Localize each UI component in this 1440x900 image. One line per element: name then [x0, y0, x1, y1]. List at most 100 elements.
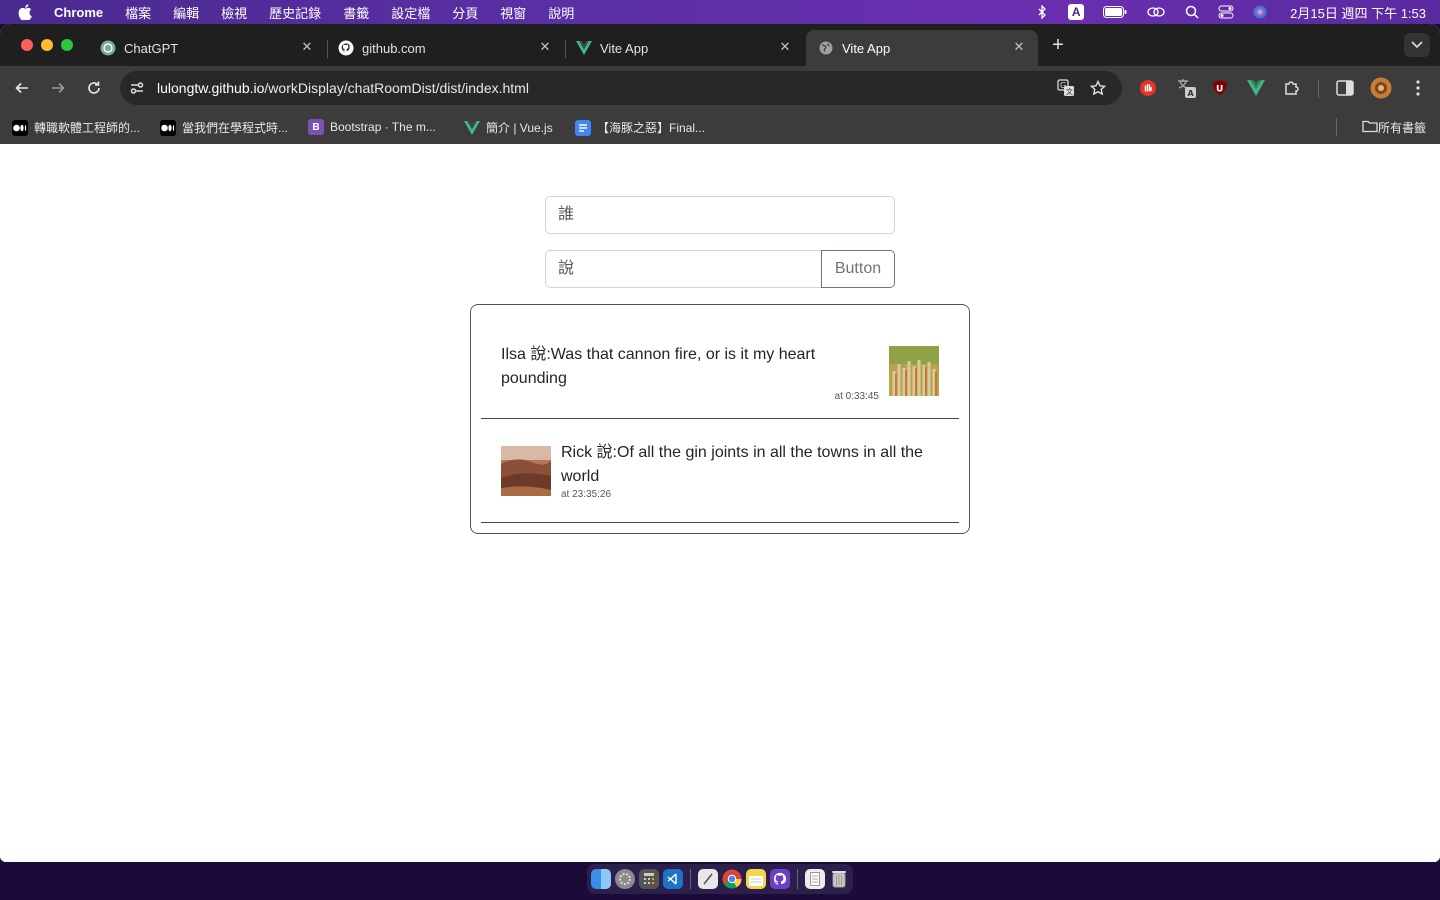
menu-window[interactable]: 視窗: [500, 3, 526, 22]
menu-file[interactable]: 檔案: [125, 3, 151, 22]
spotlight-search-icon[interactable]: [1184, 5, 1200, 19]
control-center-icon[interactable]: [1218, 5, 1234, 19]
bookmark-label: Bootstrap · The m...: [330, 120, 436, 134]
folder-icon: [1362, 119, 1378, 136]
extensions-puzzle-icon[interactable]: [1281, 77, 1303, 99]
document-icon[interactable]: [805, 869, 825, 889]
menu-profiles[interactable]: 設定檔: [391, 3, 430, 22]
tab-search-button[interactable]: [1404, 33, 1430, 57]
menu-bookmarks[interactable]: 書籤: [343, 3, 369, 22]
menu-edit[interactable]: 編輯: [173, 3, 199, 22]
svg-text:A: A: [1188, 89, 1195, 98]
menu-app-name[interactable]: Chrome: [54, 5, 103, 20]
bluetooth-icon[interactable]: [1034, 5, 1050, 19]
message-time: at 0:33:45: [834, 391, 879, 402]
bookmark-star-icon[interactable]: [1089, 79, 1107, 97]
menu-history[interactable]: 歷史記錄: [269, 3, 321, 22]
site-info-icon[interactable]: [129, 80, 145, 96]
who-input[interactable]: [545, 196, 895, 234]
menu-help[interactable]: 說明: [548, 3, 574, 22]
reload-icon: [88, 81, 100, 94]
extension-hand-icon[interactable]: [1137, 77, 1159, 99]
minimize-window-button[interactable]: [41, 39, 53, 51]
dock-separator: [797, 869, 798, 889]
bookmark-label: 當我們在學程式時...: [182, 121, 289, 135]
notes-icon[interactable]: [746, 869, 766, 889]
macos-menubar: Chrome 檔案 編輯 檢視 歷史記錄 書籤 設定檔 分頁 視窗 說明 A 2…: [0, 0, 1440, 24]
tab-title: github.com: [362, 40, 426, 56]
avatar: [889, 346, 939, 396]
menu-tab[interactable]: 分頁: [452, 3, 478, 22]
toolbar-divider: [1318, 80, 1319, 98]
bookmark-item[interactable]: 簡介 | Vue.js: [464, 119, 553, 136]
globe-icon: [818, 40, 834, 56]
url-host: lulongtw.github.io: [157, 80, 265, 96]
vue-icon: [576, 40, 592, 56]
chat-room-page: Button Ilsa 說:Was that cannon fire, or i…: [0, 144, 1440, 862]
profile-avatar-icon[interactable]: [1370, 77, 1392, 99]
menu-view[interactable]: 檢視: [221, 3, 247, 22]
vue-devtools-icon[interactable]: [1245, 77, 1267, 99]
close-tab-icon[interactable]: ✕: [778, 40, 792, 54]
battery-icon[interactable]: [1102, 5, 1128, 19]
avatar: [501, 446, 551, 496]
all-bookmarks-button[interactable]: 所有書籤: [1362, 119, 1426, 136]
bookmark-item[interactable]: 【海豚之惡】Final...: [575, 119, 705, 136]
docs-icon: [575, 119, 591, 136]
new-tab-button[interactable]: +: [1048, 35, 1068, 55]
bookmark-item[interactable]: 當我們在學程式時...: [160, 119, 288, 136]
tab-vite-app-active[interactable]: Vite App ✕: [806, 30, 1038, 66]
bookmarks-bar: 轉職軟體工程師的... 當我們在學程式時... B Bootstrap · Th…: [0, 110, 1440, 144]
url-text[interactable]: lulongtw.github.io/workDisplay/chatRoomD…: [157, 80, 529, 96]
vscode-icon[interactable]: [663, 869, 683, 889]
vue-icon: [464, 120, 480, 136]
address-bar[interactable]: lulongtw.github.io/workDisplay/chatRoomD…: [120, 71, 1122, 105]
extension-translate-icon[interactable]: A: [1175, 77, 1197, 99]
reload-button[interactable]: [84, 78, 104, 98]
bookmark-label: 轉職軟體工程師的...: [34, 121, 141, 135]
siri-icon[interactable]: [1252, 5, 1268, 19]
screen-mirroring-icon[interactable]: [1146, 5, 1166, 19]
chrome-menu-icon[interactable]: [1407, 77, 1429, 99]
close-tab-icon[interactable]: ✕: [538, 40, 552, 54]
medium-icon: [12, 119, 28, 136]
close-tab-icon[interactable]: ✕: [300, 40, 314, 54]
forward-button[interactable]: [48, 78, 68, 98]
trash-icon[interactable]: [829, 869, 849, 889]
zoom-window-button[interactable]: [61, 39, 73, 51]
chat-message: Ilsa 說:Was that cannon fire, or is it my…: [481, 313, 959, 419]
system-settings-icon[interactable]: [615, 869, 635, 889]
tab-vite-app-1[interactable]: Vite App ✕: [564, 30, 804, 66]
menubar-clock[interactable]: 2月15日 週四 下午 1:53: [1290, 3, 1426, 22]
apple-icon[interactable]: [18, 4, 36, 20]
chat-message: Rick 說:Of all the gin joints in all the …: [481, 419, 959, 523]
finder-icon[interactable]: [591, 869, 611, 889]
close-tab-icon[interactable]: ✕: [1012, 40, 1026, 54]
dock-separator: [690, 869, 691, 889]
side-panel-icon[interactable]: [1334, 77, 1356, 99]
tab-github[interactable]: github.com ✕: [326, 30, 564, 66]
tab-title: Vite App: [600, 40, 649, 56]
github-icon: [338, 40, 354, 56]
tab-chatgpt[interactable]: ChatGPT ✕: [88, 30, 326, 66]
send-button[interactable]: Button: [821, 250, 895, 288]
bookmark-item[interactable]: B Bootstrap · The m...: [308, 119, 436, 135]
input-method-label: A: [1071, 5, 1081, 19]
forward-arrow-icon: [52, 82, 65, 94]
close-window-button[interactable]: [21, 39, 33, 51]
all-bookmarks-label: 所有書籤: [1377, 121, 1426, 135]
calculator-icon[interactable]: [639, 869, 659, 889]
translate-icon[interactable]: G文: [1057, 79, 1075, 97]
github-desktop-icon[interactable]: [770, 869, 790, 889]
chrome-icon[interactable]: [722, 869, 742, 889]
back-button[interactable]: [12, 78, 32, 98]
input-method-icon[interactable]: A: [1068, 4, 1085, 20]
script-editor-icon[interactable]: [698, 869, 718, 889]
svg-text:U: U: [1216, 85, 1223, 95]
bookmarks-divider: [1336, 118, 1337, 136]
bookmark-item[interactable]: 轉職軟體工程師的...: [12, 119, 140, 136]
back-arrow-icon: [15, 82, 28, 94]
bookmark-label: 簡介 | Vue.js: [486, 121, 553, 135]
say-input[interactable]: [545, 250, 821, 288]
ublock-origin-icon[interactable]: U: [1209, 77, 1231, 99]
